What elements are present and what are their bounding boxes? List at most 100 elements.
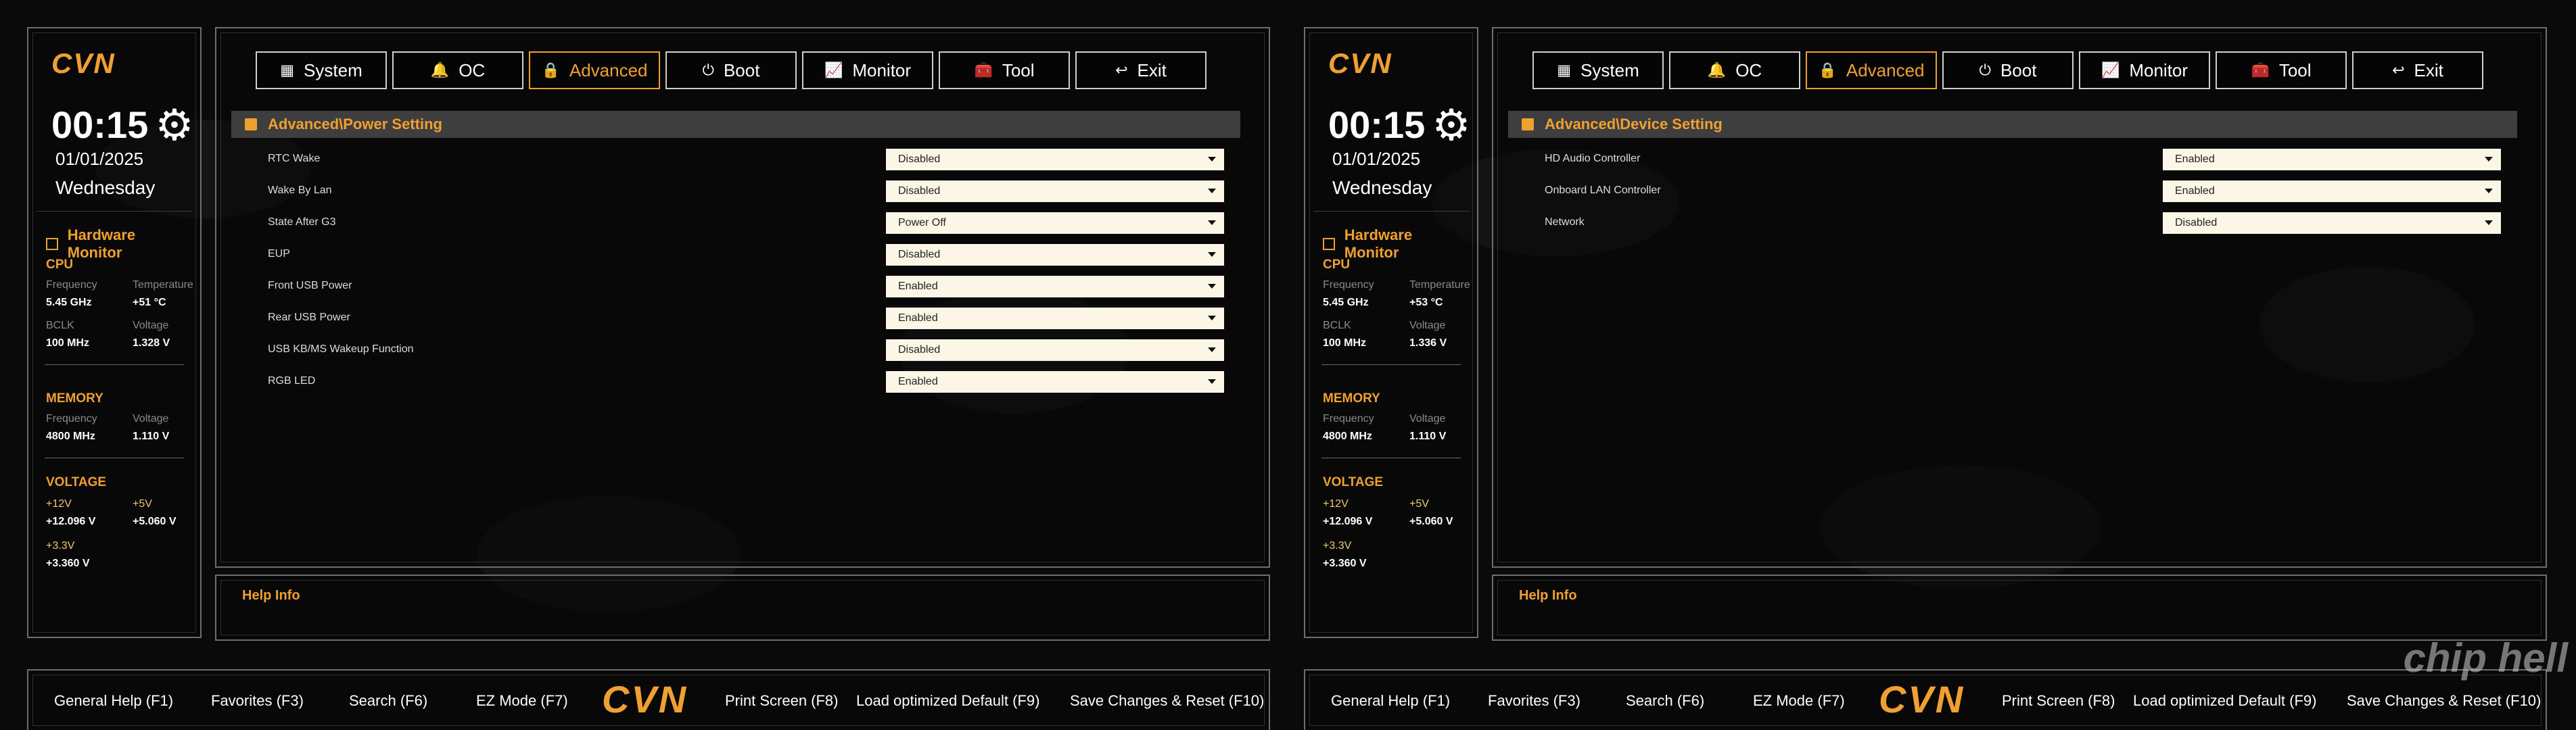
bell-icon: 🔔 <box>430 62 450 78</box>
gear-icon[interactable]: ⚙ <box>1432 103 1470 147</box>
breadcrumb-text: Advanced\Power Setting <box>268 116 442 132</box>
tab-label: Boot <box>2000 59 2037 80</box>
hotkey-search[interactable]: Search (F6) <box>1626 692 1704 710</box>
breadcrumb: Advanced\Power Setting <box>231 111 1240 138</box>
hotkey-favorites[interactable]: Favorites (F3) <box>1488 692 1580 710</box>
power-icon: ⏻ <box>702 62 714 78</box>
divider <box>45 364 184 365</box>
hotkey-ez-mode[interactable]: EZ Mode (F7) <box>476 692 568 710</box>
brand-logo: CVN <box>51 47 116 79</box>
v5-value: +5.060 V <box>1409 516 1453 527</box>
tab-label: System <box>1580 59 1639 80</box>
setting-dropdown[interactable]: Disabled <box>886 244 1224 266</box>
help-info-title: Help Info <box>242 588 300 603</box>
cpu-frequency-label: Frequency <box>46 279 97 291</box>
dropdown-value: Enabled <box>2175 185 2215 197</box>
hotkey-save-reset[interactable]: Save Changes & Reset (F10) <box>2347 692 2541 710</box>
cpu-voltage-value: 1.328 V <box>133 337 170 349</box>
setting-label: RTC Wake <box>268 153 321 164</box>
current-date: 01/01/2025 <box>1332 149 1421 169</box>
tab-label: Monitor <box>2129 59 2188 80</box>
caret-down-icon <box>1208 316 1216 320</box>
breadcrumb-text: Advanced\Device Setting <box>1545 116 1723 132</box>
hotkey-load-default[interactable]: Load optimized Default (F9) <box>2133 692 2316 710</box>
gear-icon[interactable]: ⚙ <box>155 103 193 147</box>
v33-value: +3.360 V <box>46 558 90 569</box>
hotkey-print-screen[interactable]: Print Screen (F8) <box>725 692 839 710</box>
hotkey-load-default[interactable]: Load optimized Default (F9) <box>856 692 1039 710</box>
tab-oc[interactable]: 🔔 OC <box>1669 51 1800 89</box>
setting-dropdown[interactable]: Enabled <box>886 371 1224 393</box>
bottom-hotkey-bar: General Help (F1) Favorites (F3) Search … <box>1304 669 2547 730</box>
tab-exit[interactable]: ↩ Exit <box>2352 51 2483 89</box>
monitor-icon: 📈 <box>2101 62 2120 78</box>
v33-label: +3.3V <box>1323 540 1352 552</box>
tab-monitor[interactable]: 📈 Monitor <box>2079 51 2210 89</box>
lock-icon: 🔒 <box>541 62 560 78</box>
setting-label: State After G3 <box>268 216 336 228</box>
setting-dropdown[interactable]: Power Off <box>886 212 1224 234</box>
tab-monitor[interactable]: 📈 Monitor <box>802 51 933 89</box>
hotkey-favorites[interactable]: Favorites (F3) <box>211 692 304 710</box>
setting-label: Network <box>1545 216 1585 228</box>
help-info-panel: Help Info <box>1492 575 2547 641</box>
cpu-voltage-label: Voltage <box>1409 320 1446 331</box>
tab-boot[interactable]: ⏻ Boot <box>1942 51 2074 89</box>
folder-icon <box>1522 118 1534 130</box>
cpu-temperature-value: +51 °C <box>133 297 166 308</box>
tab-system[interactable]: ▦ System <box>1532 51 1664 89</box>
hotkey-search[interactable]: Search (F6) <box>349 692 427 710</box>
cpu-bclk-label: BCLK <box>1323 320 1351 331</box>
caret-down-icon <box>2485 157 2493 162</box>
cpu-section-title: CPU <box>1323 258 1351 272</box>
tab-label: System <box>304 59 362 80</box>
setting-dropdown[interactable]: Enabled <box>886 308 1224 329</box>
memory-frequency-value: 4800 MHz <box>46 431 95 442</box>
tab-label: Exit <box>2414 59 2443 80</box>
setting-dropdown[interactable]: Enabled <box>2163 180 2501 202</box>
tab-oc[interactable]: 🔔 OC <box>392 51 523 89</box>
hotkey-save-reset[interactable]: Save Changes & Reset (F10) <box>1070 692 1264 710</box>
bottom-hotkey-bar: General Help (F1) Favorites (F3) Search … <box>27 669 1270 730</box>
tab-label: OC <box>459 59 486 80</box>
cpu-frequency-value: 5.45 GHz <box>46 297 92 308</box>
setting-dropdown[interactable]: Enabled <box>2163 149 2501 170</box>
breadcrumb: Advanced\Device Setting <box>1508 111 2517 138</box>
caret-down-icon <box>1208 220 1216 225</box>
tab-system[interactable]: ▦ System <box>256 51 387 89</box>
v5-label: +5V <box>133 498 152 510</box>
dropdown-value: Enabled <box>2175 153 2215 165</box>
hotkey-print-screen[interactable]: Print Screen (F8) <box>2002 692 2115 710</box>
hotkey-general-help[interactable]: General Help (F1) <box>1331 692 1450 710</box>
bios-screen-2: CVN 00:15 ⚙ 01/01/2025 Wednesday Hardwar… <box>1277 0 2554 730</box>
setting-dropdown[interactable]: Disabled <box>886 180 1224 202</box>
setting-dropdown[interactable]: Disabled <box>2163 212 2501 234</box>
current-day: Wednesday <box>1332 177 1432 198</box>
tab-advanced[interactable]: 🔒 Advanced <box>1806 51 1937 89</box>
tab-advanced[interactable]: 🔒 Advanced <box>529 51 660 89</box>
setting-label: RGB LED <box>268 375 316 387</box>
main-settings-panel: ▦ System 🔔 OC 🔒 Advanced ⏻ Boot 📈 Monitor 🧰 Tool ↩ Ex… <box>1492 27 2547 568</box>
dropdown-value: Disabled <box>898 249 941 260</box>
v12-value: +12.096 V <box>46 516 96 527</box>
tab-tool[interactable]: 🧰 Tool <box>2216 51 2347 89</box>
hotkey-ez-mode[interactable]: EZ Mode (F7) <box>1753 692 1845 710</box>
tab-tool[interactable]: 🧰 Tool <box>939 51 1070 89</box>
v12-label: +12V <box>1323 498 1349 510</box>
setting-dropdown[interactable]: Enabled <box>886 276 1224 297</box>
setting-label: Onboard LAN Controller <box>1545 185 1661 196</box>
dropdown-value: Power Off <box>898 217 946 228</box>
tab-boot[interactable]: ⏻ Boot <box>665 51 797 89</box>
tab-exit[interactable]: ↩ Exit <box>1075 51 1207 89</box>
hotkey-general-help[interactable]: General Help (F1) <box>54 692 173 710</box>
setting-dropdown[interactable]: Disabled <box>886 149 1224 170</box>
v12-value: +12.096 V <box>1323 516 1373 527</box>
setting-dropdown[interactable]: Disabled <box>886 339 1224 361</box>
cpu-temperature-value: +53 °C <box>1409 297 1443 308</box>
help-info-panel: Help Info <box>215 575 1270 641</box>
memory-section-title: MEMORY <box>1323 391 1380 406</box>
setting-label: USB KB/MS Wakeup Function <box>268 343 414 355</box>
memory-frequency-value: 4800 MHz <box>1323 431 1372 442</box>
clock-time: 00:15 <box>1328 103 1426 146</box>
folder-icon <box>245 118 257 130</box>
